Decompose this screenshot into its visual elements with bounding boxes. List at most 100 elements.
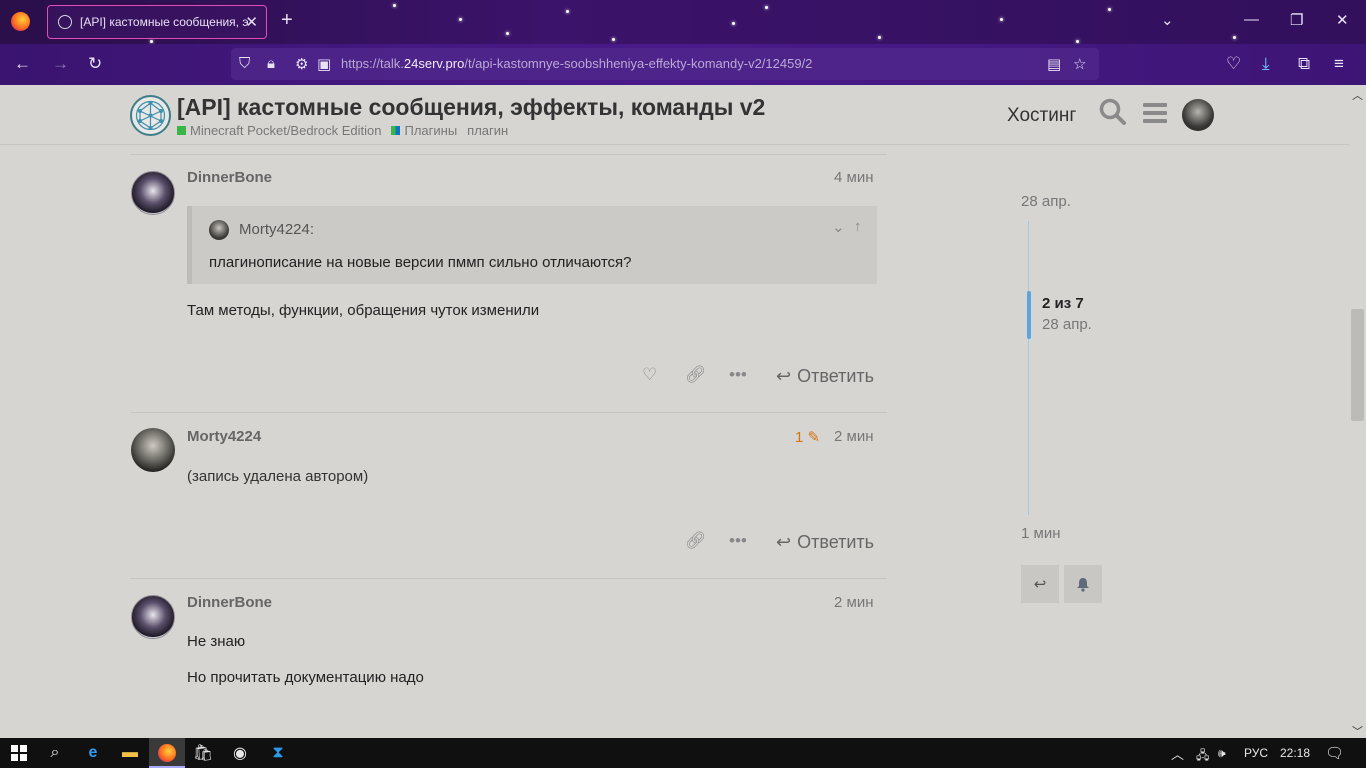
avatar[interactable] (131, 595, 175, 639)
steam-icon[interactable]: ◉ (230, 743, 250, 763)
tab-close-icon[interactable]: ✕ (245, 13, 258, 31)
quote-text: плагинописание на новые версии пммп силь… (209, 254, 632, 271)
post-body-line: Но прочитать документацию надо (187, 669, 424, 686)
timeline-handle[interactable] (1027, 291, 1031, 339)
tab-list-chevron-icon[interactable]: ⌄ (1161, 11, 1174, 29)
restore-button[interactable]: ❐ (1290, 11, 1303, 29)
quote-username: Morty4224: (239, 221, 315, 238)
reader-view-icon[interactable]: ▤ (1047, 55, 1061, 73)
scroll-thumb[interactable] (1351, 309, 1364, 421)
quote-avatar (209, 220, 229, 240)
more-actions-icon[interactable]: ••• (729, 365, 747, 385)
file-explorer-icon[interactable]: ▬ (120, 743, 140, 763)
windows-taskbar: ⌕ e ▬ 🛍︎ ◉ ⧗ ︿ 🖧︎ 🕪︎ РУС 22:18 🗨︎ (0, 738, 1366, 768)
tracking-icon[interactable]: ▣ (317, 55, 331, 73)
post-username[interactable]: DinnerBone (187, 594, 272, 611)
tray-chevron-icon[interactable]: ︿ (1171, 744, 1184, 763)
timeline-current-date: 28 апр. (1042, 316, 1092, 333)
lock-icon[interactable]: 🔒︎ (267, 55, 275, 72)
reply-arrow-icon: ↩ (1033, 576, 1047, 593)
avatar[interactable] (131, 428, 175, 472)
quote-jump-up-icon[interactable]: ↑ (854, 218, 862, 235)
search-icon[interactable] (1099, 98, 1127, 133)
edge-icon[interactable]: e (83, 743, 103, 763)
post-username[interactable]: Morty4224 (187, 428, 261, 445)
post-body-line: Не знаю (187, 633, 246, 650)
category-color-badge (177, 126, 186, 135)
category-plugins[interactable]: Плагины (391, 123, 457, 138)
permissions-icon[interactable]: ⚙ (295, 55, 308, 73)
notifications-bell-button[interactable] (1064, 565, 1102, 603)
extensions-icon[interactable]: ⧉ (1298, 54, 1310, 74)
back-arrow-icon[interactable]: ← (14, 54, 31, 74)
edit-history-indicator[interactable]: 1 ✎ (795, 428, 820, 446)
timeline-end-date[interactable]: 1 мин (1021, 525, 1061, 542)
post-date[interactable]: 2 мин (834, 428, 874, 445)
bookmark-star-icon[interactable]: ☆ (1073, 55, 1086, 73)
post-divider (131, 154, 887, 155)
post-date[interactable]: 4 мин (834, 169, 874, 186)
topic-title[interactable]: [API] кастомные сообщения, эффекты, кома… (177, 94, 765, 121)
reload-icon[interactable]: ↻ (88, 54, 102, 74)
downloads-icon[interactable]: ⤓ (1262, 54, 1270, 74)
topic-categories: Minecraft Pocket/Bedrock Edition Плагины… (177, 123, 518, 138)
category-color-badge (391, 126, 401, 135)
scroll-down-icon[interactable]: ﹀ (1352, 723, 1363, 739)
firefox-taskbar-icon[interactable] (157, 743, 177, 763)
close-window-button[interactable]: ✕ (1336, 11, 1349, 29)
reply-button[interactable]: ↩ Ответить (776, 532, 874, 553)
reply-arrow-icon: ↩ (776, 366, 792, 386)
forward-arrow-icon[interactable]: → (52, 54, 69, 74)
post-body: (запись удалена автором) (187, 468, 369, 485)
url-text[interactable]: https://talk.24serv.pro/t/api-kastomnye-… (341, 56, 812, 71)
pencil-icon: ✎ (807, 429, 821, 446)
language-indicator[interactable]: РУС (1244, 746, 1268, 760)
search-taskbar-icon[interactable]: ⌕ (45, 743, 65, 763)
post-body: Там методы, функции, обращения чуток изм… (187, 302, 540, 319)
page-scrollbar[interactable]: ︿ ﹀ (1349, 85, 1366, 738)
more-actions-icon[interactable]: ••• (729, 531, 747, 551)
post-divider (131, 412, 887, 413)
store-icon[interactable]: 🛍︎ (193, 743, 213, 763)
scroll-up-icon[interactable]: ︿ (1352, 87, 1363, 103)
volume-icon[interactable]: 🕪︎ (1218, 746, 1226, 761)
page-content: [API] кастомные сообщения, эффекты, кома… (0, 85, 1349, 738)
category-minecraft-bedrock[interactable]: Minecraft Pocket/Bedrock Edition (177, 123, 381, 138)
bell-icon (1077, 577, 1089, 592)
url-bar[interactable]: ⛉ 🔒︎ ⚙ ▣ https://talk.24serv.pro/t/api-k… (231, 48, 1099, 80)
browser-tab-active[interactable]: [API] кастомные сообщения, э ✕ (47, 5, 267, 39)
like-heart-icon[interactable]: ♡ (642, 365, 657, 385)
shield-icon[interactable]: ⛉ (239, 55, 250, 72)
post-quote: Morty4224: ⌄ ↑ плагинописание на новые в… (187, 206, 877, 284)
share-link-icon[interactable]: 🔗︎ (685, 531, 707, 551)
network-icon[interactable]: 🖧︎ (1196, 746, 1209, 767)
menu-icon[interactable]: ≡ (1334, 54, 1344, 74)
user-avatar[interactable] (1182, 99, 1214, 131)
topic-tag[interactable]: плагин (467, 123, 508, 138)
browser-nav-bar: ← → ↻ ⛉ 🔒︎ ⚙ ▣ https://talk.24serv.pro/t… (0, 44, 1366, 85)
site-header: [API] кастомные сообщения, эффекты, кома… (0, 85, 1349, 145)
quote-expand-chevron-icon[interactable]: ⌄ (832, 218, 845, 236)
avatar[interactable] (131, 171, 175, 215)
site-favicon-icon (58, 15, 72, 29)
timeline-reply-button[interactable]: ↩ (1021, 565, 1059, 603)
minimize-button[interactable]: — (1244, 11, 1259, 28)
reply-button[interactable]: ↩ Ответить (776, 366, 874, 387)
vscode-icon[interactable]: ⧗ (268, 743, 288, 763)
clock[interactable]: 22:18 (1280, 746, 1310, 760)
timeline-track[interactable] (1028, 221, 1029, 515)
hosting-link[interactable]: Хостинг (1007, 105, 1076, 127)
timeline-start-date[interactable]: 28 апр. (1021, 193, 1071, 210)
windows-start-icon[interactable] (9, 743, 29, 763)
share-link-icon[interactable]: 🔗︎ (685, 365, 707, 385)
timeline-position: 2 из 7 (1042, 295, 1084, 312)
site-logo[interactable] (130, 95, 171, 136)
pocket-icon[interactable]: ♡ (1226, 54, 1241, 74)
post-username[interactable]: DinnerBone (187, 169, 272, 186)
notifications-icon[interactable]: 🗨︎ (1325, 744, 1344, 762)
post-divider (131, 578, 887, 579)
post-date[interactable]: 2 мин (834, 594, 874, 611)
hamburger-menu-icon[interactable] (1143, 101, 1167, 132)
firefox-icon[interactable] (11, 12, 30, 31)
new-tab-button[interactable]: + (281, 9, 293, 32)
